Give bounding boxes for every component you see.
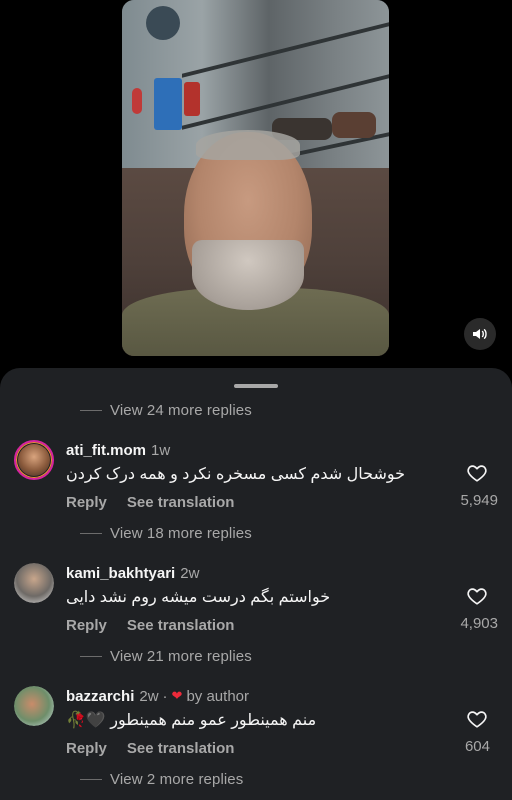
- sound-toggle-button[interactable]: [464, 318, 496, 350]
- comment-time: 1w: [151, 441, 171, 459]
- liked-by-author-heart-icon: ❤: [171, 688, 183, 703]
- comment-item: kami_bakhtyari 2w خواستم بگم درست میشه ر…: [0, 563, 512, 659]
- reply-button[interactable]: Reply: [66, 617, 107, 634]
- heart-icon[interactable]: [466, 585, 488, 607]
- view-more-replies[interactable]: View 24 more replies: [80, 400, 252, 420]
- video-shelf: [182, 22, 389, 78]
- view-more-replies-label: View 18 more replies: [110, 524, 252, 542]
- reply-button[interactable]: Reply: [66, 740, 107, 757]
- view-more-replies[interactable]: View 21 more replies: [80, 646, 252, 666]
- like-count: 604: [464, 738, 490, 755]
- divider-line: [80, 655, 102, 657]
- comment-username[interactable]: kami_bakhtyari: [66, 565, 175, 582]
- heart-icon[interactable]: [466, 708, 488, 730]
- comment-meta: ati_fit.mom 1w: [66, 440, 170, 460]
- comment-text: منم همینطور عمو منم همینطور 🖤🥀: [66, 712, 317, 729]
- reply-button[interactable]: Reply: [66, 494, 107, 511]
- comment-time: 2w: [180, 564, 200, 582]
- view-more-replies-label: View 24 more replies: [110, 401, 252, 419]
- see-translation-button[interactable]: See translation: [127, 617, 235, 634]
- comment-meta: bazzarchi 2w · ❤ by author: [66, 686, 249, 706]
- view-more-replies-label: View 2 more replies: [110, 770, 244, 788]
- comment-time: 2w: [139, 687, 159, 705]
- comment-text: خواستم بگم درست میشه روم نشد دایی: [66, 589, 331, 606]
- avatar[interactable]: [14, 686, 54, 726]
- video-object: [132, 88, 142, 114]
- comment-username[interactable]: bazzarchi: [66, 688, 134, 705]
- like-count: 4,903: [460, 615, 498, 632]
- avatar[interactable]: [14, 563, 54, 603]
- comment-actions: Reply See translation: [66, 492, 234, 512]
- divider-line: [80, 532, 102, 534]
- video-object: [332, 112, 376, 138]
- avatar-image: [14, 686, 54, 726]
- sheet-drag-handle[interactable]: [234, 384, 278, 388]
- see-translation-button[interactable]: See translation: [127, 740, 235, 757]
- divider-line: [80, 409, 102, 411]
- comment-text: خوشحال شدم کسی مسخره نکرد و همه درک کردن: [66, 466, 405, 483]
- avatar[interactable]: [14, 440, 54, 480]
- like-count: 5,949: [460, 492, 498, 509]
- liked-by-author-label: by author: [186, 687, 249, 705]
- comment-item: bazzarchi 2w · ❤ by author منم همینطور ع…: [0, 686, 512, 782]
- avatar-image: [18, 444, 50, 476]
- comment-meta: kami_bakhtyari 2w: [66, 563, 199, 583]
- comment-username[interactable]: ati_fit.mom: [66, 442, 146, 459]
- heart-icon[interactable]: [466, 462, 488, 484]
- video-object: [184, 82, 200, 116]
- video-player[interactable]: [122, 0, 389, 356]
- video-person-hair: [196, 130, 300, 160]
- speaker-icon: [473, 329, 487, 339]
- divider-line: [80, 778, 102, 780]
- video-area: [0, 0, 512, 372]
- see-translation-button[interactable]: See translation: [127, 494, 235, 511]
- comment-item: ati_fit.mom 1w خوشحال شدم کسی مسخره نکرد…: [0, 440, 512, 536]
- comment-actions: Reply See translation: [66, 738, 234, 758]
- comments-sheet: View 24 more replies ati_fit.mom 1w خوشح…: [0, 368, 512, 800]
- separator-dot: ·: [162, 687, 168, 705]
- avatar-image: [14, 563, 54, 603]
- video-person-beard: [192, 240, 304, 310]
- view-more-replies[interactable]: View 2 more replies: [80, 769, 243, 789]
- comment-actions: Reply See translation: [66, 615, 234, 635]
- video-object: [154, 78, 182, 130]
- video-object: [146, 6, 180, 40]
- view-more-replies[interactable]: View 18 more replies: [80, 523, 252, 543]
- view-more-replies-label: View 21 more replies: [110, 647, 252, 665]
